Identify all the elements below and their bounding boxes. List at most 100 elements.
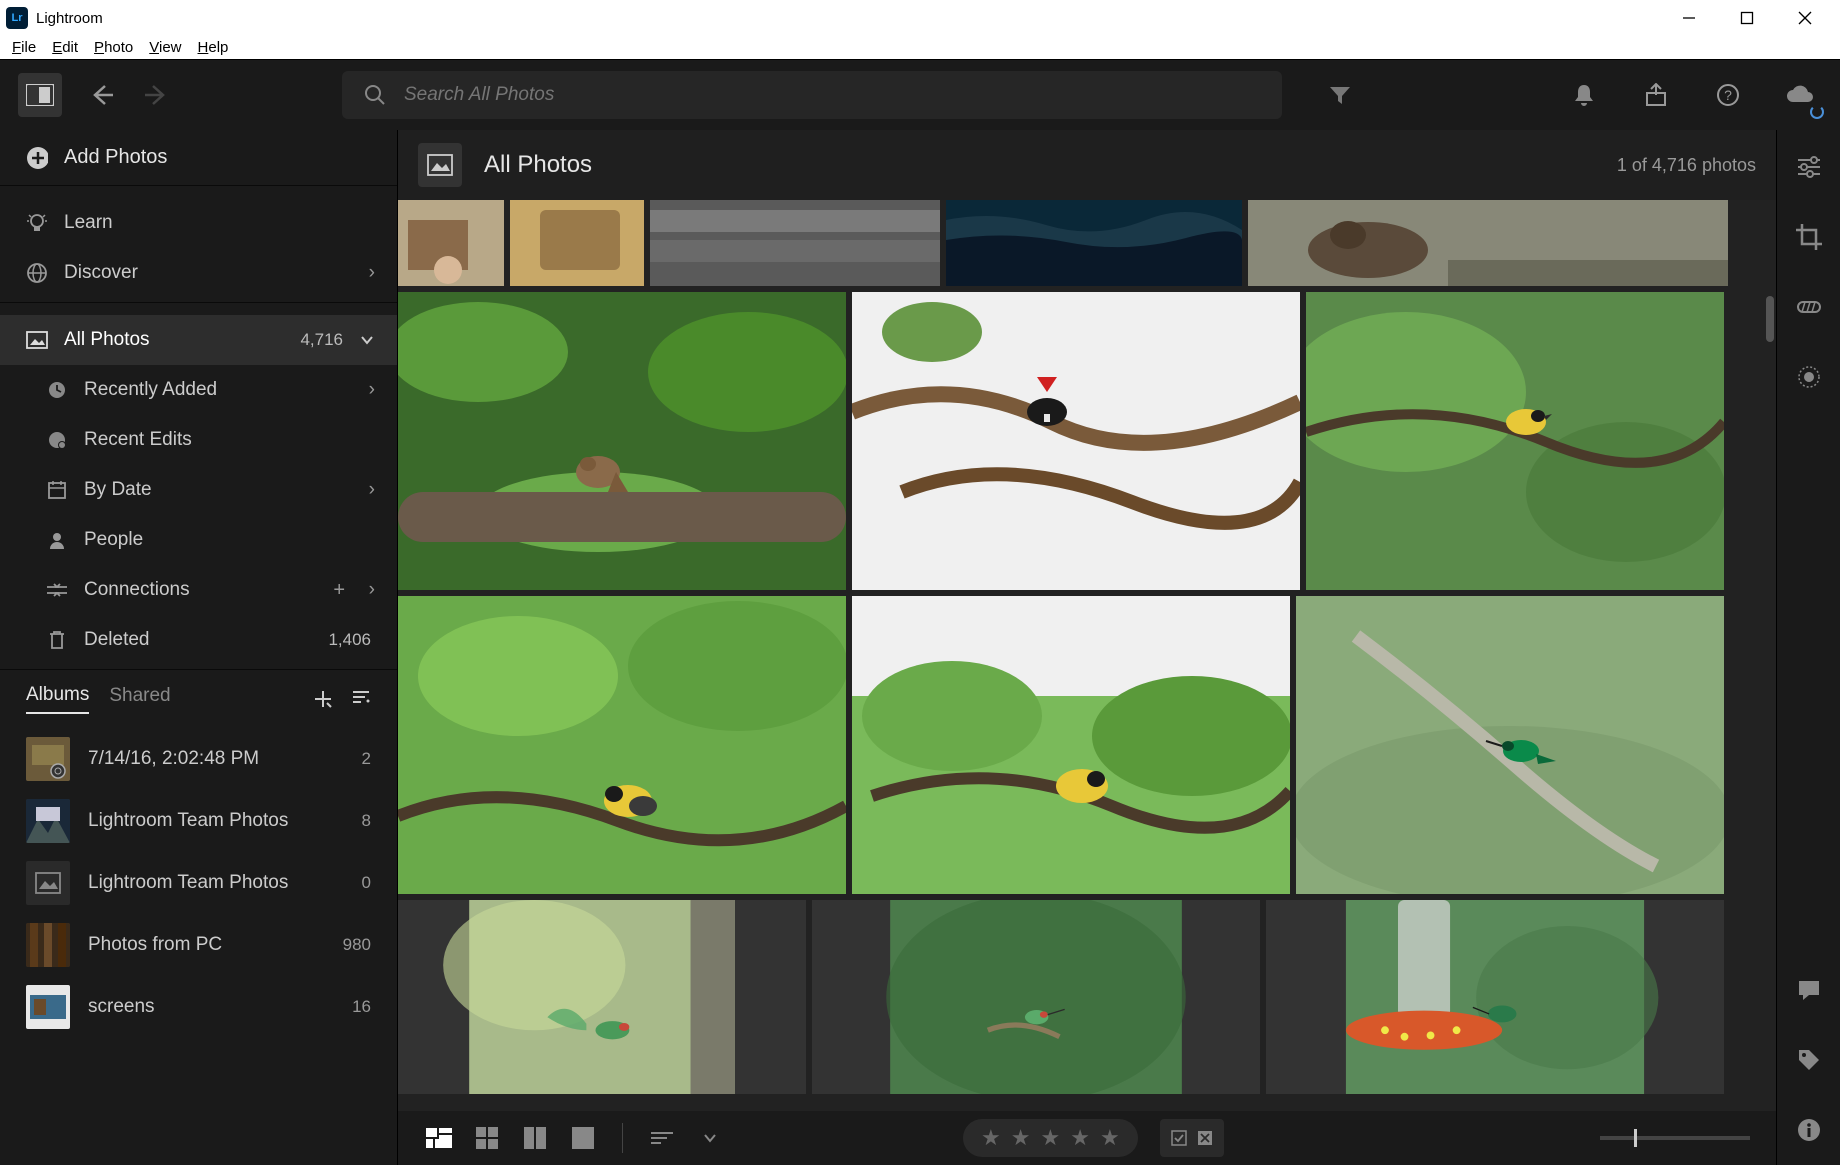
menu-help[interactable]: Help [192, 39, 235, 56]
search-icon [364, 84, 386, 106]
menu-file[interactable]: File [6, 39, 42, 56]
nav-back-button[interactable] [80, 73, 124, 117]
heal-button[interactable] [1792, 290, 1826, 324]
deleted-label: Deleted [84, 629, 150, 651]
home-panel-toggle[interactable] [18, 73, 62, 117]
window-maximize-button[interactable] [1718, 0, 1776, 36]
photo-grid[interactable] [398, 200, 1776, 1111]
discover-label: Discover [64, 262, 138, 284]
search-bar[interactable] [342, 71, 1282, 119]
svg-text:?: ? [1724, 87, 1732, 103]
trash-icon [46, 629, 68, 651]
photo-thumbnail[interactable] [650, 200, 940, 286]
cloud-sync-button[interactable] [1778, 73, 1822, 117]
sort-button[interactable] [647, 1123, 677, 1153]
filter-button[interactable] [1318, 73, 1362, 117]
clock-icon [46, 379, 68, 401]
tab-shared[interactable]: Shared [109, 685, 170, 713]
zoom-slider-handle[interactable] [1634, 1129, 1637, 1147]
rating-filter[interactable]: ★ ★ ★ ★ ★ [963, 1119, 1138, 1157]
crop-button[interactable] [1792, 220, 1826, 254]
window-minimize-button[interactable] [1660, 0, 1718, 36]
image-icon [26, 329, 48, 351]
photo-thumbnail[interactable] [812, 900, 1260, 1094]
sidebar-learn[interactable]: Learn [0, 198, 397, 248]
chevron-right-icon: › [369, 479, 375, 501]
sort-dropdown-button[interactable] [695, 1123, 725, 1153]
view-grid-button[interactable] [424, 1123, 454, 1153]
album-item[interactable]: Lightroom Team Photos 0 [0, 852, 397, 914]
star-icon[interactable]: ★ [1040, 1125, 1060, 1151]
photo-thumbnail[interactable] [398, 900, 806, 1094]
search-input[interactable] [404, 84, 1260, 106]
photo-thumbnail[interactable] [398, 596, 846, 894]
menu-view[interactable]: View [143, 39, 187, 56]
album-thumb [26, 799, 70, 843]
add-photos-button[interactable]: Add Photos [0, 130, 397, 186]
star-icon[interactable]: ★ [1100, 1125, 1120, 1151]
clock-edit-icon [46, 429, 68, 451]
add-connection-button[interactable]: + [333, 579, 345, 602]
window-close-button[interactable] [1776, 0, 1834, 36]
info-button[interactable] [1792, 1113, 1826, 1147]
star-icon[interactable]: ★ [1070, 1125, 1090, 1151]
calendar-icon [46, 479, 68, 501]
flag-reject-icon[interactable] [1196, 1129, 1214, 1147]
scrollbar-thumb[interactable] [1766, 296, 1774, 342]
sidebar-people[interactable]: People [0, 515, 397, 565]
album-thumb [26, 985, 70, 1029]
sidebar-deleted[interactable]: Deleted 1,406 [0, 615, 397, 665]
zoom-slider[interactable] [1600, 1136, 1750, 1140]
menu-edit[interactable]: Edit [46, 39, 84, 56]
photo-thumbnail[interactable] [852, 292, 1300, 590]
keywords-button[interactable] [1792, 1043, 1826, 1077]
all-photos-label: All Photos [64, 329, 150, 351]
star-icon[interactable]: ★ [981, 1125, 1001, 1151]
album-thumb [26, 923, 70, 967]
nav-forward-button [134, 73, 178, 117]
album-item[interactable]: Photos from PC 980 [0, 914, 397, 976]
app-icon: Lr [6, 7, 28, 29]
collection-icon[interactable] [418, 143, 462, 187]
add-album-button[interactable] [313, 689, 333, 709]
flag-filter[interactable] [1160, 1119, 1224, 1157]
photo-thumbnail[interactable] [852, 596, 1290, 894]
sidebar-recent-edits[interactable]: Recent Edits [0, 415, 397, 465]
comments-button[interactable] [1792, 973, 1826, 1007]
share-button[interactable] [1634, 73, 1678, 117]
plus-circle-icon [26, 147, 48, 169]
photo-thumbnail[interactable] [1248, 200, 1728, 286]
photo-thumbnail[interactable] [946, 200, 1242, 286]
view-detail-button[interactable] [568, 1123, 598, 1153]
album-item[interactable]: Lightroom Team Photos 8 [0, 790, 397, 852]
chevron-down-icon[interactable] [359, 332, 375, 348]
star-icon[interactable]: ★ [1011, 1125, 1031, 1151]
edit-sliders-button[interactable] [1792, 150, 1826, 184]
sidebar-all-photos[interactable]: All Photos 4,716 [0, 315, 397, 365]
notifications-button[interactable] [1562, 73, 1606, 117]
photo-thumbnail[interactable] [1306, 292, 1724, 590]
album-item[interactable]: 7/14/16, 2:02:48 PM 2 [0, 728, 397, 790]
help-button[interactable]: ? [1706, 73, 1750, 117]
photo-thumbnail[interactable] [398, 292, 846, 590]
view-square-grid-button[interactable] [472, 1123, 502, 1153]
photo-thumbnail[interactable] [510, 200, 644, 286]
menu-photo[interactable]: Photo [88, 39, 139, 56]
album-count: 2 [362, 749, 371, 769]
sidebar-discover[interactable]: Discover › [0, 248, 397, 298]
sidebar-by-date[interactable]: By Date › [0, 465, 397, 515]
sort-albums-button[interactable] [351, 689, 371, 709]
album-count: 16 [352, 997, 371, 1017]
sidebar-connections[interactable]: Connections + › [0, 565, 397, 615]
flag-pick-icon[interactable] [1170, 1129, 1188, 1147]
photo-thumbnail[interactable] [1266, 900, 1724, 1094]
tab-albums[interactable]: Albums [26, 684, 89, 714]
photo-thumbnail[interactable] [1296, 596, 1724, 894]
mask-button[interactable] [1792, 360, 1826, 394]
add-photos-label: Add Photos [64, 146, 167, 169]
sidebar-recently-added[interactable]: Recently Added › [0, 365, 397, 415]
album-item[interactable]: screens 16 [0, 976, 397, 1038]
photo-count-status: 1 of 4,716 photos [1617, 155, 1756, 176]
photo-thumbnail[interactable] [398, 200, 504, 286]
view-compare-button[interactable] [520, 1123, 550, 1153]
